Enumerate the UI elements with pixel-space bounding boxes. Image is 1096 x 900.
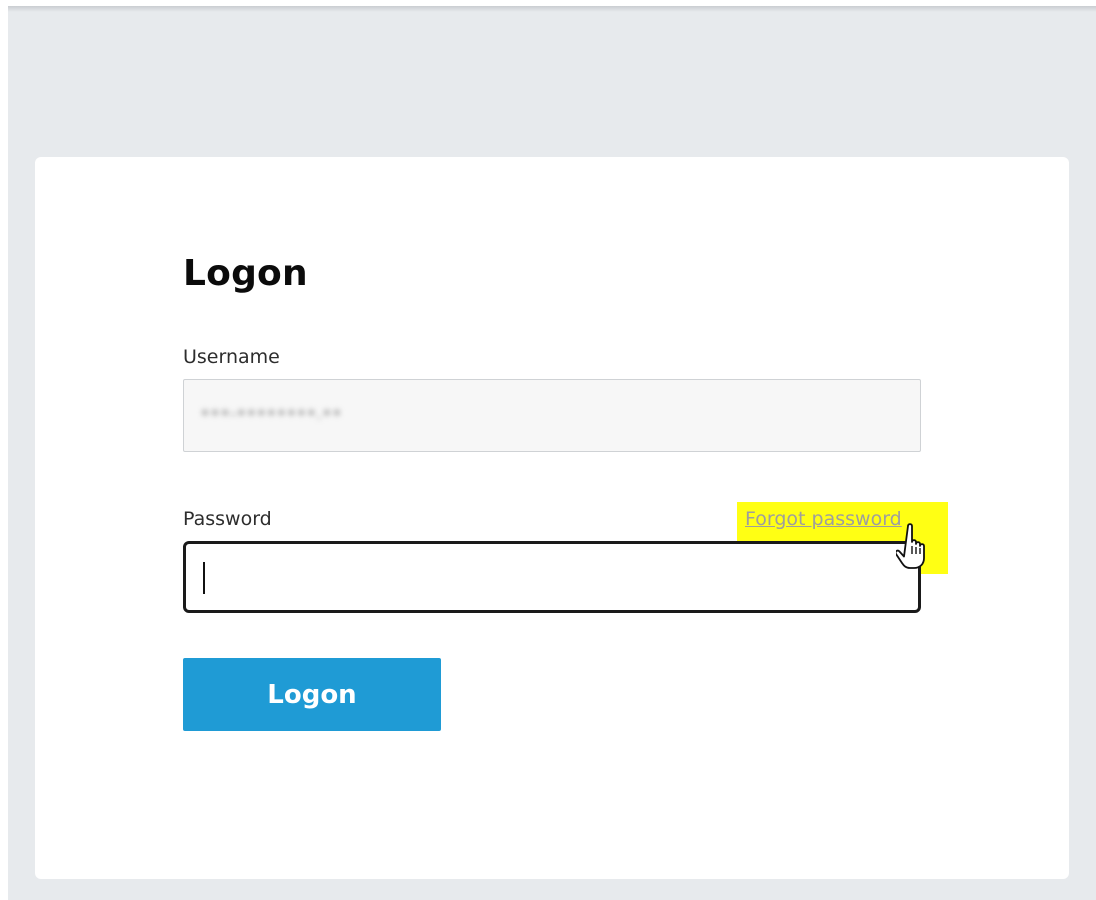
password-label: Password (183, 508, 272, 530)
password-field[interactable] (183, 541, 921, 613)
username-field[interactable]: •••-••••••••.•• (183, 379, 921, 452)
page-title: Logon (183, 253, 308, 294)
forgot-password-link[interactable]: Forgot password (745, 508, 902, 530)
username-value: •••-••••••••.•• (200, 404, 342, 424)
top-bar-shadow (8, 6, 1096, 12)
hand-pointer-icon (896, 523, 925, 569)
logon-button[interactable]: Logon (183, 658, 441, 731)
username-label: Username (183, 346, 280, 368)
text-caret (203, 562, 205, 594)
